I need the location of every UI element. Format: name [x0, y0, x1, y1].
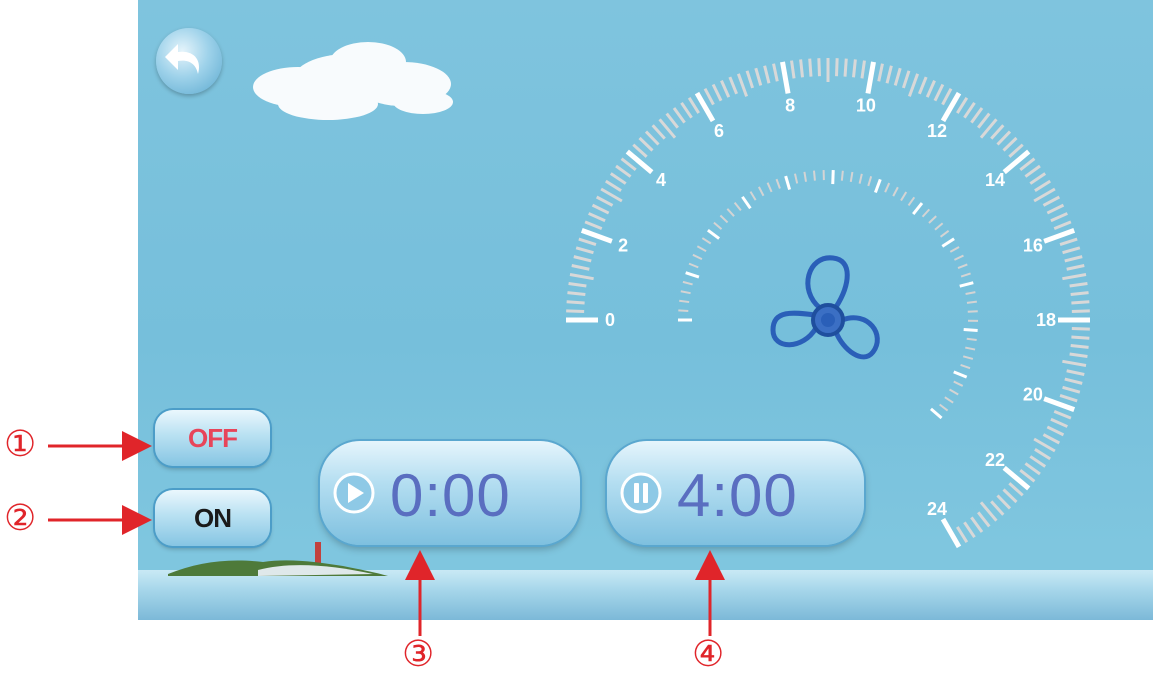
marker-2: ② [4, 498, 37, 539]
callout-arrows [48, 431, 725, 636]
marker-1: ① [4, 424, 37, 465]
marker-4: ④ [692, 634, 725, 675]
marker-3: ③ [402, 634, 435, 675]
